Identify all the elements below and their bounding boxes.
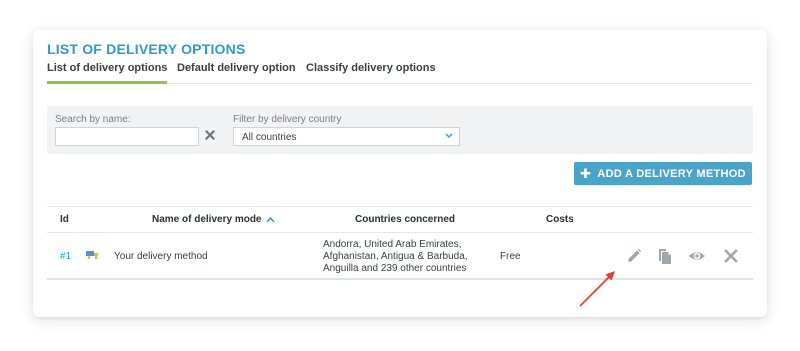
plus-icon: ✚ bbox=[580, 166, 592, 181]
column-header-name-label: Name of delivery mode bbox=[152, 214, 262, 225]
country-filter-select[interactable]: All countries bbox=[233, 127, 460, 146]
annotation-arrow-icon bbox=[579, 271, 615, 307]
row-cost: Free bbox=[500, 251, 521, 262]
row-delivery-name: Your delivery method bbox=[114, 251, 208, 262]
tab-default-delivery-option[interactable]: Default delivery option bbox=[177, 62, 296, 84]
table-row: #1 Your delivery method Andorra, United … bbox=[47, 233, 753, 280]
country-filter-label: Filter by delivery country bbox=[233, 114, 342, 125]
tab-list-of-delivery-options[interactable]: List of delivery options bbox=[47, 62, 168, 84]
row-id-link[interactable]: #1 bbox=[60, 251, 71, 262]
filter-panel: Search by name: Filter by delivery count… bbox=[47, 106, 753, 154]
column-header-id: Id bbox=[60, 214, 69, 225]
tab-bar: List of delivery options Default deliver… bbox=[47, 62, 753, 84]
page-title: LIST OF DELIVERY OPTIONS bbox=[47, 41, 246, 57]
chevron-down-icon bbox=[445, 133, 453, 138]
delete-x-icon[interactable] bbox=[722, 247, 740, 265]
add-delivery-method-label: ADD A DELIVERY METHOD bbox=[597, 167, 746, 180]
search-label: Search by name: bbox=[55, 114, 131, 125]
column-header-costs: Costs bbox=[546, 214, 574, 225]
close-x-icon[interactable] bbox=[203, 129, 217, 143]
edit-pencil-icon[interactable] bbox=[625, 247, 643, 265]
column-header-name[interactable]: Name of delivery mode bbox=[152, 214, 275, 225]
row-countries: Andorra, United Arab Emirates, Afghanist… bbox=[323, 239, 468, 274]
add-delivery-method-button[interactable]: ✚ ADD A DELIVERY METHOD bbox=[574, 162, 752, 185]
duplicate-icon[interactable] bbox=[656, 247, 674, 265]
view-eye-icon[interactable] bbox=[688, 247, 706, 265]
tab-classify-delivery-options[interactable]: Classify delivery options bbox=[306, 62, 436, 84]
column-header-countries: Countries concerned bbox=[355, 214, 456, 225]
search-input[interactable] bbox=[55, 127, 199, 146]
table-header: Id Name of delivery mode Countries conce… bbox=[47, 206, 753, 233]
country-filter-value: All countries bbox=[242, 132, 297, 143]
sort-asc-icon[interactable] bbox=[266, 216, 275, 223]
delivery-truck-icon bbox=[86, 251, 98, 259]
